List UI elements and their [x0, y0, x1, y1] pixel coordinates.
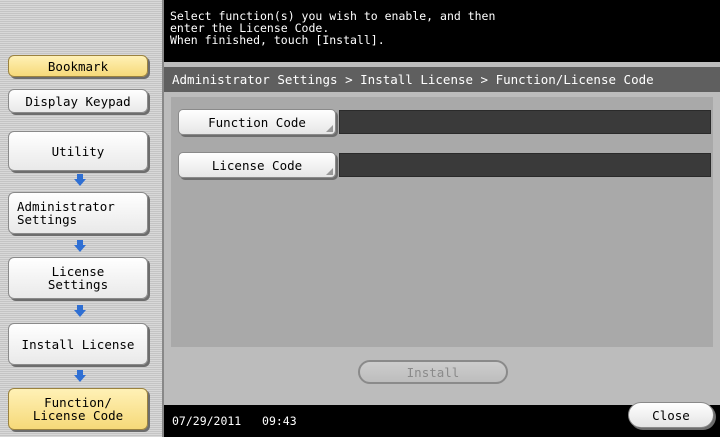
corner-triangle-icon — [326, 125, 333, 132]
install-license-label: Install License — [21, 336, 135, 352]
datetime: 07/29/2011 09:43 — [172, 414, 297, 428]
function-code-field[interactable] — [339, 110, 711, 134]
function-license-code-label: Function/ License Code — [32, 395, 124, 423]
function-license-code-button[interactable]: Function/ License Code — [8, 388, 148, 430]
display-keypad-label: Display Keypad — [25, 93, 131, 109]
utility-label: Utility — [51, 143, 105, 159]
close-button[interactable]: Close — [628, 402, 714, 428]
license-code-button[interactable]: License Code — [178, 152, 336, 178]
time-text: 09:43 — [262, 414, 297, 428]
administrator-settings-button[interactable]: Administrator Settings — [8, 192, 148, 234]
breadcrumb: Administrator Settings > Install License… — [164, 67, 720, 92]
status-bar: 07/29/2011 09:43 Close — [164, 402, 720, 437]
bookmark-button[interactable]: Bookmark — [8, 55, 148, 77]
arrow-down-icon — [74, 240, 86, 252]
license-settings-button[interactable]: License Settings — [8, 257, 148, 299]
close-label: Close — [652, 407, 690, 423]
function-code-button[interactable]: Function Code — [178, 109, 336, 135]
corner-triangle-icon — [326, 168, 333, 175]
function-code-label: Function Code — [208, 114, 306, 130]
install-label: Install — [406, 364, 460, 380]
license-code-field[interactable] — [339, 153, 711, 177]
arrow-down-icon — [74, 174, 86, 186]
date-text: 07/29/2011 — [172, 414, 242, 428]
install-license-button[interactable]: Install License — [8, 323, 148, 365]
display-keypad-button[interactable]: Display Keypad — [8, 89, 148, 113]
install-button[interactable]: Install — [358, 360, 508, 384]
instruction-message: Select function(s) you wish to enable, a… — [170, 9, 496, 47]
main-panel: Administrator Settings > Install License… — [164, 62, 720, 405]
license-code-label: License Code — [211, 157, 303, 173]
administrator-settings-label: Administrator Settings — [17, 199, 115, 227]
license-settings-label: License Settings — [47, 264, 109, 292]
arrow-down-icon — [74, 305, 86, 317]
license-entry-area: Function Code License Code — [171, 97, 713, 347]
bookmark-label: Bookmark — [47, 58, 109, 74]
left-navigation: Bookmark Display Keypad Utility Administ… — [0, 0, 162, 437]
utility-button[interactable]: Utility — [8, 131, 148, 171]
arrow-down-icon — [74, 370, 86, 382]
